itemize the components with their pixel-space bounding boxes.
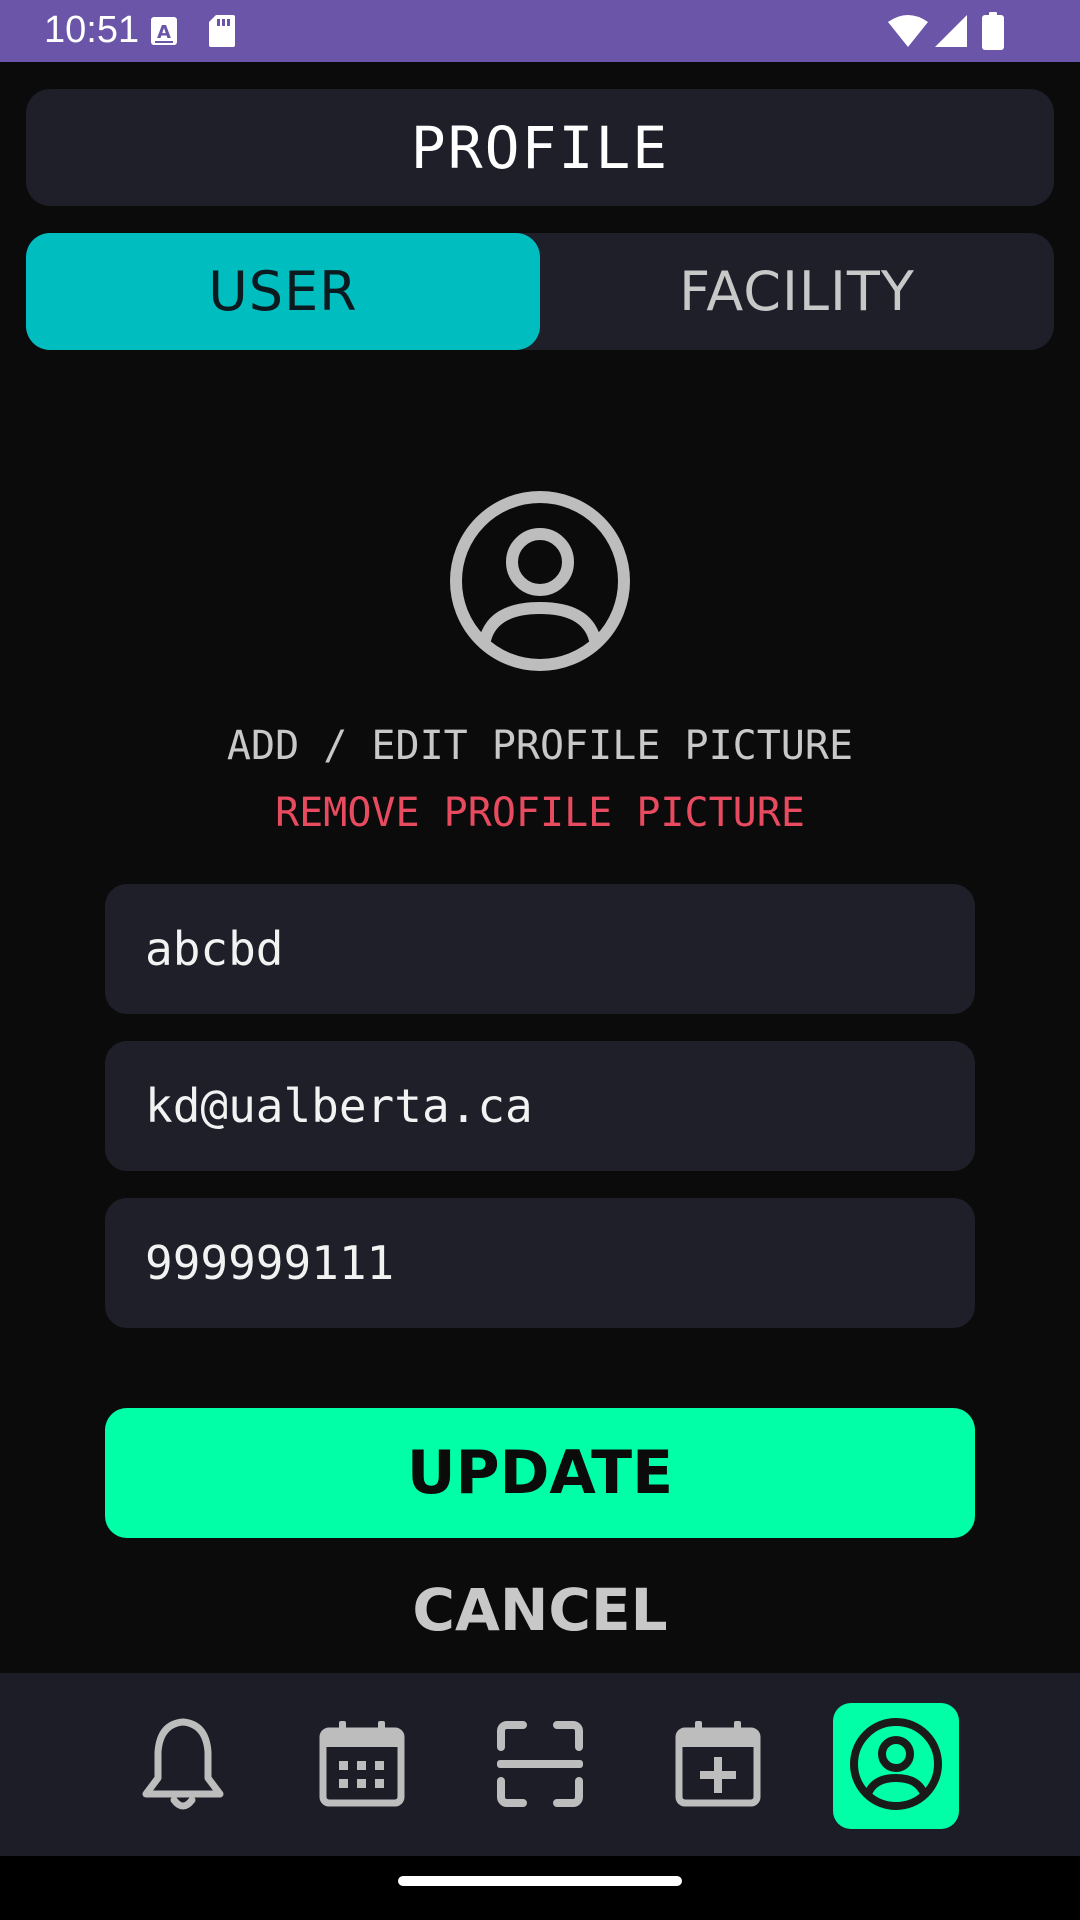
profile-icon [848,1716,944,1816]
phone-field-value: 999999111 [145,1236,395,1290]
home-gesture-handle[interactable] [398,1876,682,1886]
email-field-value: kd@ualberta.ca [145,1079,533,1133]
remove-profile-picture-link[interactable]: REMOVE PROFILE PICTURE [0,790,1080,836]
profile-screen: 10:51 A PROFILE USER FACILITY ADD / EDIT… [0,0,1080,1920]
nav-calendar[interactable] [299,1703,425,1829]
sd-card-icon [208,14,236,52]
a-letter-icon: A [150,16,178,50]
status-bar: 10:51 A [0,0,1080,62]
tab-user[interactable]: USER [26,233,540,350]
nav-add-event[interactable] [655,1703,781,1829]
nav-notifications[interactable] [120,1703,246,1829]
nav-scan[interactable] [477,1703,603,1829]
signal-icon [934,14,968,52]
calendar-icon [317,1719,407,1813]
svg-text:A: A [157,22,171,43]
battery-icon [982,12,1004,54]
header: PROFILE [26,89,1054,206]
cancel-button[interactable]: CANCEL [0,1570,1080,1650]
account-circle-icon[interactable] [449,490,631,672]
nav-profile[interactable] [833,1703,959,1829]
bell-icon [138,1716,228,1816]
email-field[interactable]: kd@ualberta.ca [105,1041,975,1171]
phone-field[interactable]: 999999111 [105,1198,975,1328]
name-field[interactable]: abcbd [105,884,975,1014]
bottom-nav [0,1673,1080,1856]
profile-tabs: USER FACILITY [26,233,1054,350]
page-title: PROFILE [410,113,670,182]
gesture-area [0,1856,1080,1920]
scan-icon [495,1719,585,1813]
status-time: 10:51 [44,9,140,51]
calendar-add-icon [673,1719,763,1813]
add-edit-profile-picture-link[interactable]: ADD / EDIT PROFILE PICTURE [0,723,1080,769]
tab-facility[interactable]: FACILITY [540,233,1054,350]
update-button[interactable]: UPDATE [105,1408,975,1538]
wifi-icon [888,14,928,52]
name-field-value: abcbd [145,922,284,976]
